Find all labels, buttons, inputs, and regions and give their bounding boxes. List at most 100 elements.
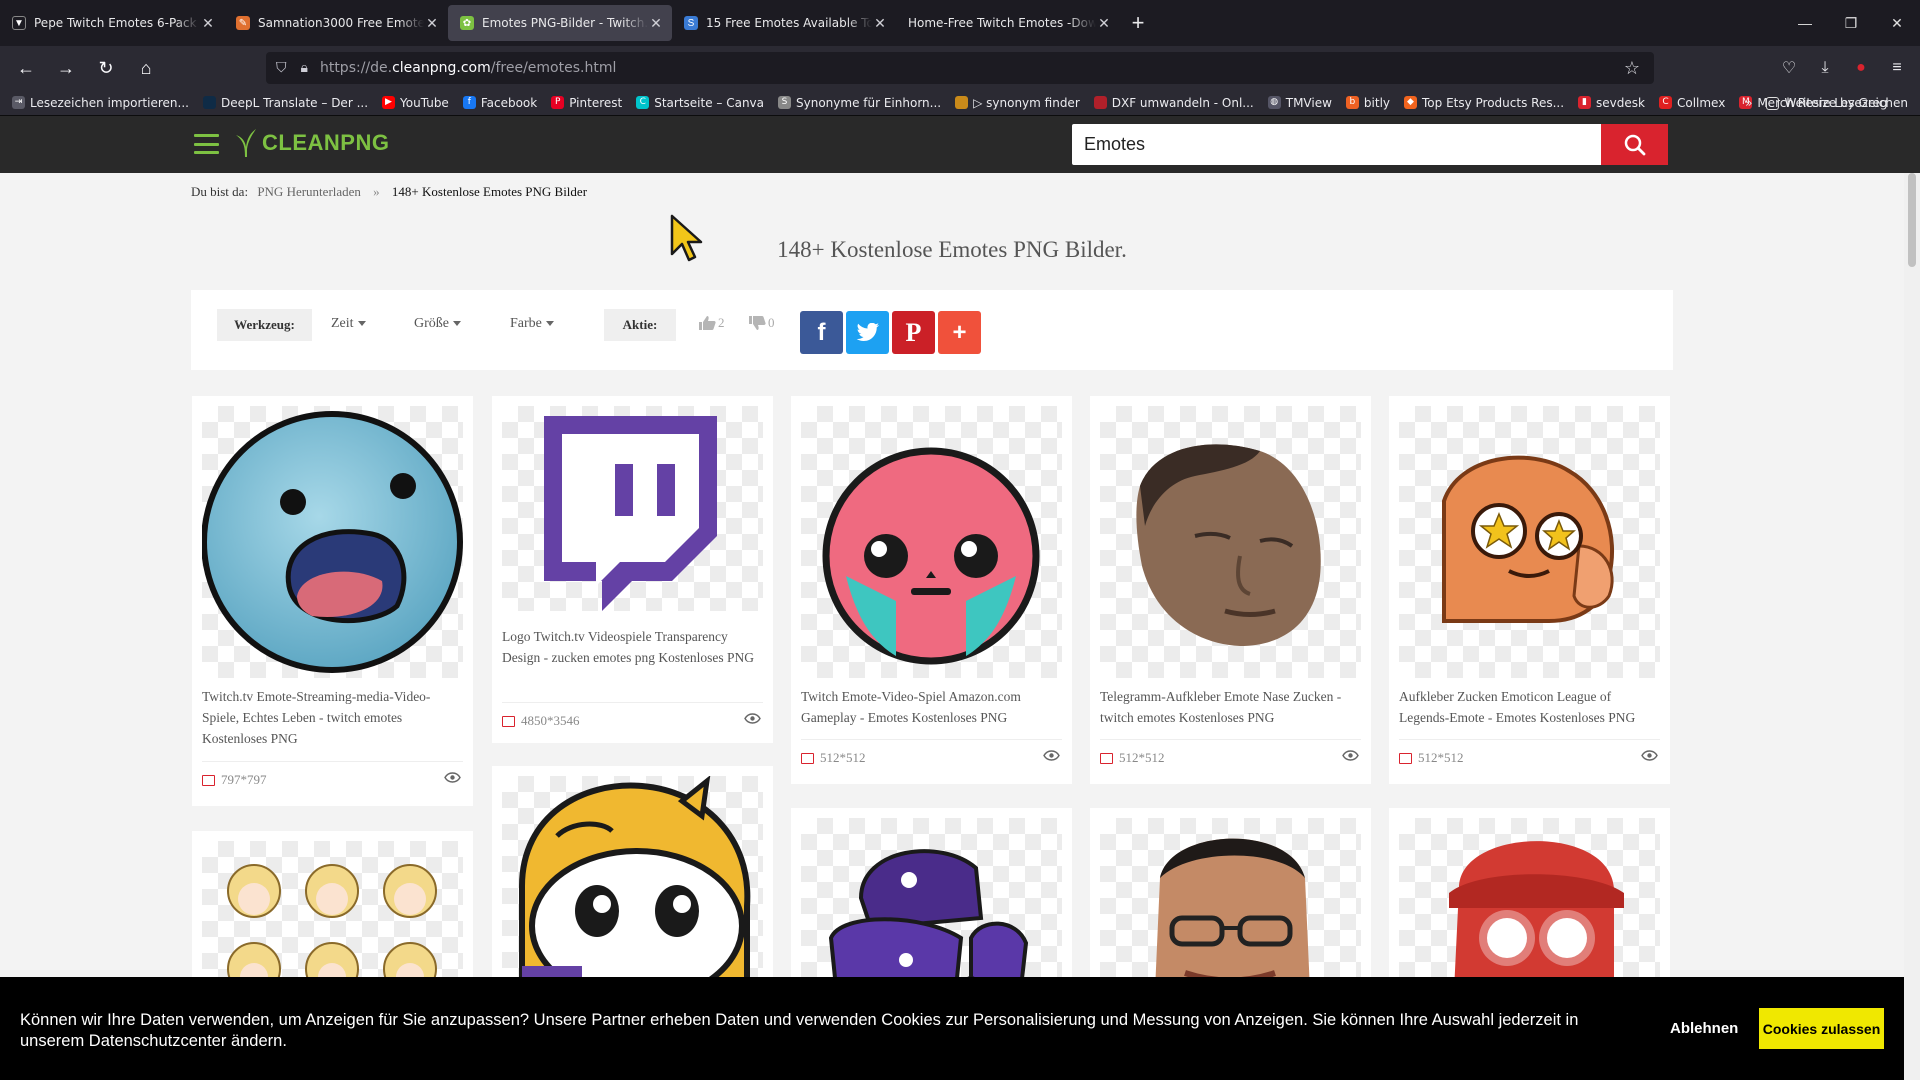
bitly-icon: b [1345,96,1359,109]
image-thumbnail[interactable] [1100,818,1361,991]
size-dropdown[interactable]: Größe [414,316,461,332]
image-size-icon [801,752,814,764]
scrollbar-thumb[interactable] [1908,173,1916,267]
image-card[interactable] [192,831,473,991]
facebook-share-button[interactable]: f [800,311,843,354]
eye-icon[interactable] [744,713,761,724]
back-icon[interactable]: ← [8,52,44,84]
restore-icon[interactable]: ❐ [1828,15,1874,32]
image-thumbnail[interactable] [502,406,763,611]
bookmark-item[interactable]: C Collmex [1658,96,1725,110]
more-bookmarks-folder[interactable]: Weitere Lesezeichen [1766,96,1908,110]
bookmark-star-icon[interactable]: ☆ [1624,58,1640,79]
browser-tab-bar: ▼ Pepe Twitch Emotes 6-Pack - Gi ✕ ✎ Sam… [0,0,1920,46]
card-title[interactable]: Telegramm-Aufkleber Emote Nase Zucken - … [1100,686,1361,728]
download-icon[interactable]: ⤓ [1814,59,1836,77]
color-dropdown[interactable]: Farbe [510,316,554,332]
more-share-button[interactable]: + [938,311,981,354]
image-thumbnail[interactable] [1100,406,1361,678]
youtube-icon: ▶ [382,96,396,109]
image-card[interactable]: Logo Twitch.tv Videospiele Transparency … [492,396,773,743]
tab-close-icon[interactable]: ✕ [1096,15,1112,32]
image-thumbnail[interactable] [502,776,763,991]
eye-icon[interactable] [1641,750,1658,761]
tab-close-icon[interactable]: ✕ [200,15,216,32]
pocket-icon[interactable]: ♡ [1778,58,1800,78]
bookmark-item[interactable]: P Pinterest [551,96,622,110]
card-title[interactable]: Aufkleber Zucken Emoticon League of Lege… [1399,686,1660,728]
eye-icon[interactable] [1043,750,1060,761]
bookmark-item[interactable]: ▶ YouTube [382,96,449,110]
browser-tab[interactable]: Home-Free Twitch Emotes -Downlo ✕ [896,5,1120,41]
minimize-icon[interactable]: — [1782,15,1828,31]
bookmark-item[interactable]: b bitly [1345,96,1390,110]
image-thumbnail[interactable] [801,406,1062,678]
tab-close-icon[interactable]: ✕ [424,15,440,32]
page-scrollbar[interactable] [1904,173,1920,1080]
twitter-share-button[interactable] [846,311,889,354]
browser-tab[interactable]: ▼ Pepe Twitch Emotes 6-Pack - Gi ✕ [0,5,224,41]
url-bar[interactable]: ⛉ 🔒︎ https://de. cleanpng.com/free/emotes… [266,52,1654,84]
decline-cookies-button[interactable]: Ablehnen [1670,1020,1738,1037]
image-card[interactable] [1090,808,1371,991]
reload-icon[interactable]: ↻ [88,52,124,84]
bookmark-item[interactable]: C Startseite – Canva [636,96,764,110]
menu-icon[interactable]: ≡ [1886,59,1908,77]
globe-icon: ◍ [1267,96,1281,109]
bookmark-item[interactable]: ⇥ Lesezeichen importieren... [12,96,189,110]
close-window-icon[interactable]: ✕ [1874,15,1920,32]
new-tab-button[interactable]: + [1120,10,1156,36]
bookmark-item[interactable]: ▮ sevdesk [1578,96,1645,110]
time-dropdown[interactable]: Zeit [331,316,366,332]
search-button[interactable] [1601,124,1668,165]
card-title[interactable]: Twitch.tv Emote-Streaming-media-Video-Sp… [202,686,463,749]
site-logo[interactable]: CLEANPNG [232,127,389,159]
eye-icon[interactable] [1342,750,1359,761]
image-card[interactable]: Aufkleber Zucken Emoticon League of Lege… [1389,396,1670,784]
image-card[interactable] [791,808,1072,991]
image-card[interactable]: Twitch.tv Emote-Streaming-media-Video-Sp… [192,396,473,806]
shield-icon[interactable]: ⛉ [276,60,287,76]
eye-icon[interactable] [444,772,461,783]
card-title[interactable]: Logo Twitch.tv Videospiele Transparency … [502,626,763,668]
browser-tab[interactable]: ✎ Samnation3000 Free Emotes an ✕ [224,5,448,41]
bookmark-item[interactable]: ◆ Top Etsy Products Res... [1404,96,1564,110]
site-header: CLEANPNG Emotes [0,116,1920,173]
breadcrumb-link[interactable]: PNG Herunterladen [257,184,361,199]
bookmark-item[interactable]: DXF umwandeln - Onl... [1093,96,1254,110]
bookmark-item[interactable]: DeepL Translate – Der ... [202,96,368,110]
bookmark-item[interactable]: ▷ synonym finder [955,96,1080,110]
like-button[interactable]: 2 [698,315,725,331]
extension-icon[interactable]: ● [1850,59,1872,77]
hamburger-menu-icon[interactable] [194,134,219,154]
tab-close-icon[interactable]: ✕ [872,15,888,32]
bookmark-item[interactable]: S Synonyme für Einhorn... [778,96,941,110]
image-card[interactable]: Telegramm-Aufkleber Emote Nase Zucken - … [1090,396,1371,784]
tab-close-icon[interactable]: ✕ [648,15,664,32]
image-thumbnail[interactable] [202,406,463,678]
lock-icon[interactable]: 🔒︎ [301,60,308,76]
browser-tab-active[interactable]: ✿ Emotes PNG-Bilder - Twitch.tv ✕ [448,5,672,41]
card-title[interactable]: Twitch Emote-Video-Spiel Amazon.com Game… [801,686,1062,728]
search-input[interactable]: Emotes [1072,124,1601,165]
image-card[interactable] [1389,808,1670,991]
browser-tab[interactable]: S 15 Free Emotes Available To Up ✕ [672,5,896,41]
home-icon[interactable]: ⌂ [128,52,164,84]
accept-cookies-button[interactable]: Cookies zulassen [1759,1008,1884,1049]
forward-icon[interactable]: → [48,52,84,84]
url-domain: cleanpng.com [392,60,491,76]
dislike-button[interactable]: 0 [748,315,775,331]
image-thumbnail[interactable] [801,818,1062,991]
sevdesk-icon: ▮ [1578,96,1592,109]
bookmark-item[interactable]: ◍ TMView [1267,96,1332,110]
image-thumbnail[interactable] [1399,406,1660,678]
image-size: 797*797 [221,772,267,787]
chevron-more-icon[interactable]: » [1745,96,1752,110]
image-thumbnail[interactable] [202,841,463,991]
bookmark-item[interactable]: f Facebook [462,96,537,110]
image-thumbnail[interactable] [1399,818,1660,991]
image-card[interactable]: Twitch Emote-Video-Spiel Amazon.com Game… [791,396,1072,784]
image-card[interactable] [492,766,773,991]
image-size-icon [1399,752,1412,764]
pinterest-share-button[interactable]: P [892,311,935,354]
